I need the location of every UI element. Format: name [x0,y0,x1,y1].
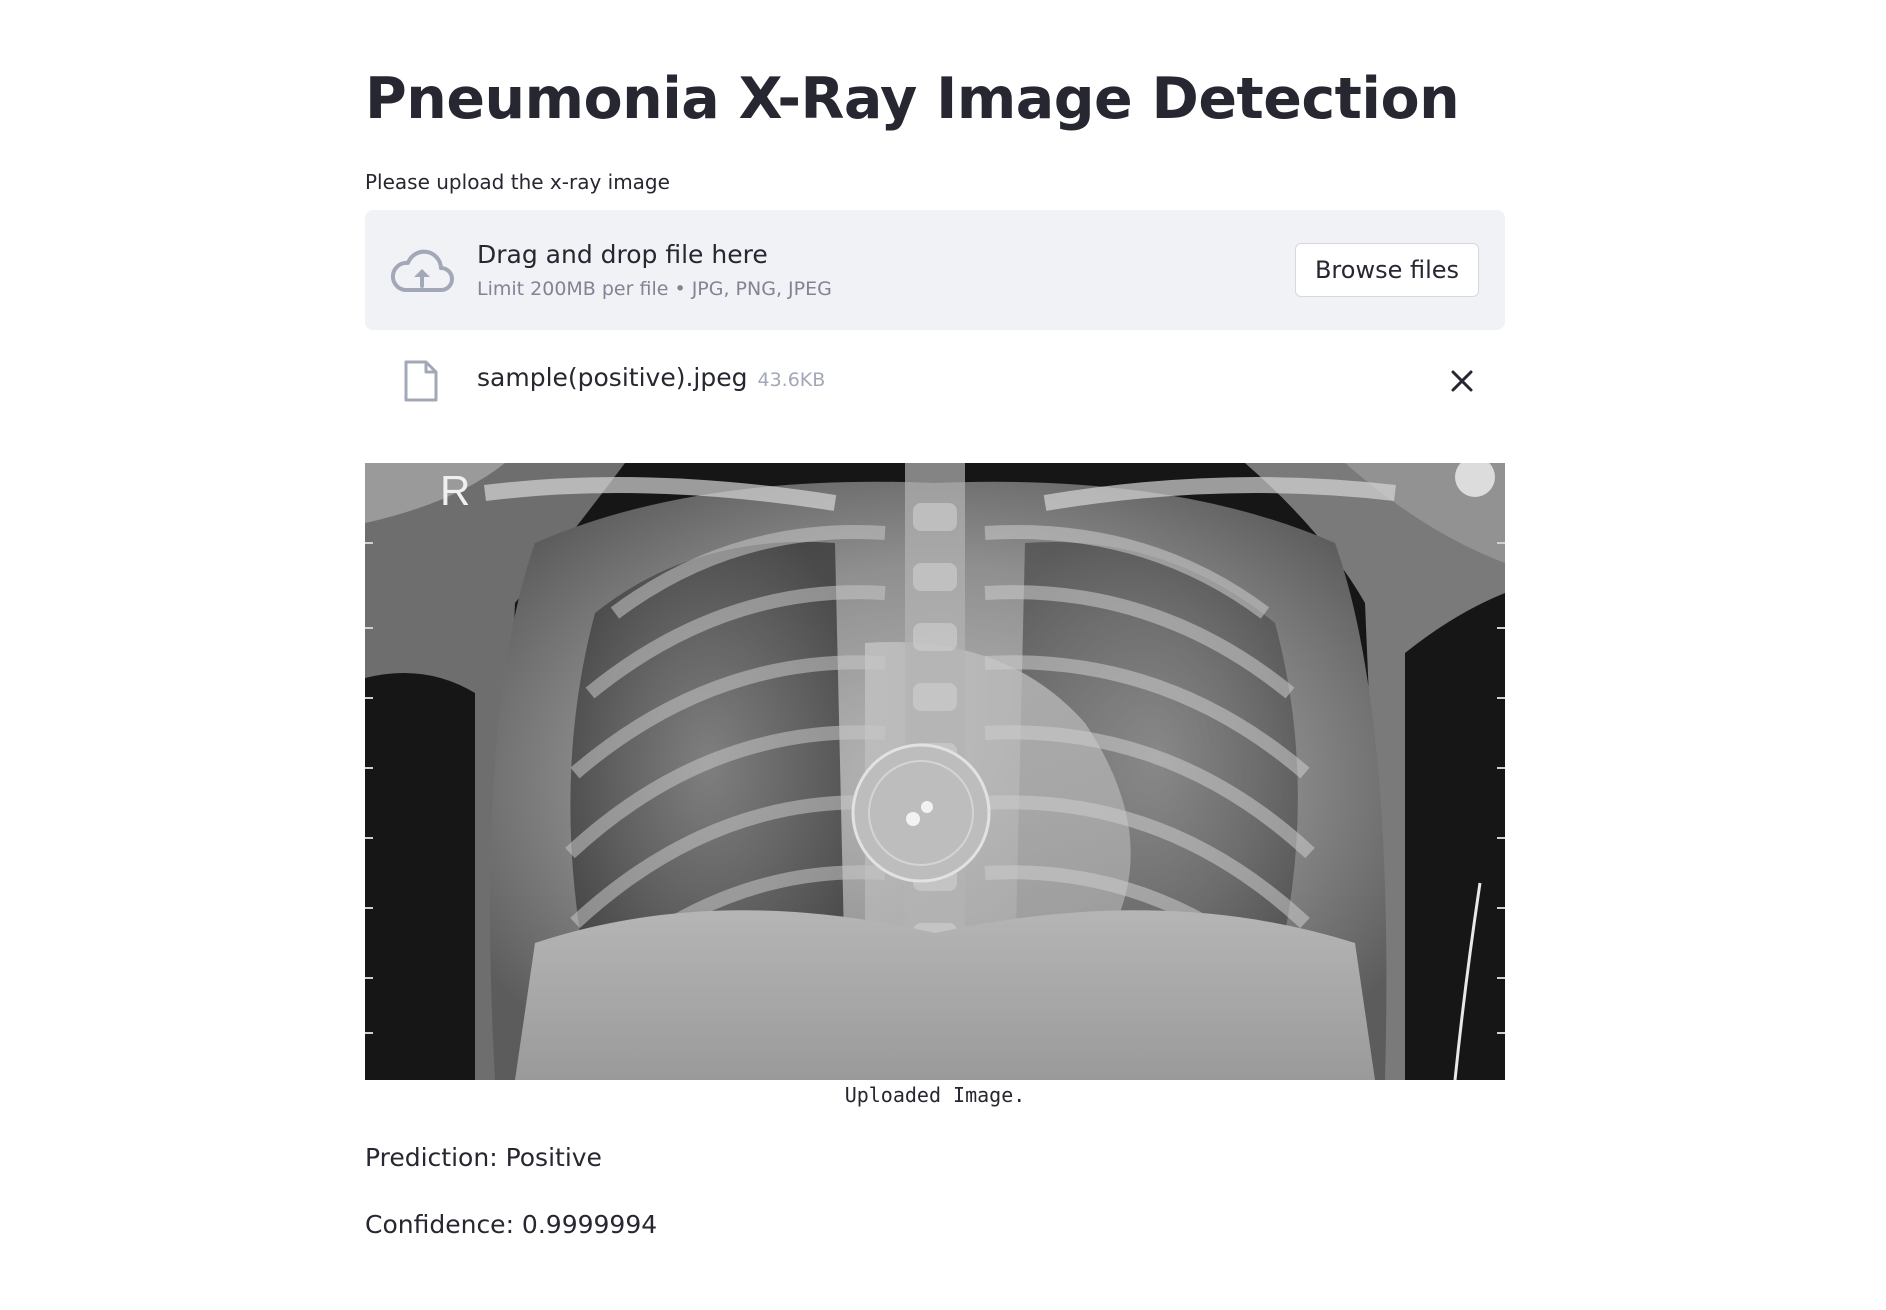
close-icon[interactable] [1449,368,1475,394]
xray-image-graphic: R [365,463,1505,1080]
uploader-label: Please upload the x-ray image [365,170,670,194]
confidence-result: Confidence: 0.9999994 [365,1210,658,1239]
uploaded-file-size: 43.6KB [757,369,826,391]
xray-side-marker: R [440,467,470,514]
dropzone-limits: Limit 200MB per file • JPG, PNG, JPEG [477,278,832,300]
uploaded-file-info: sample(positive).jpeg 43.6KB [477,363,825,392]
browse-files-button[interactable]: Browse files [1295,243,1479,297]
uploaded-file-name: sample(positive).jpeg [477,363,748,392]
file-icon [404,360,438,402]
dropzone-title: Drag and drop file here [477,240,768,269]
uploaded-xray-image: R [365,463,1505,1080]
uploaded-file-row: sample(positive).jpeg 43.6KB [365,350,1505,410]
dropzone-text: Drag and drop file here Limit 200MB per … [477,240,832,300]
cloud-upload-icon [391,249,454,292]
prediction-result: Prediction: Positive [365,1143,602,1172]
image-caption: Uploaded Image. [844,1083,1026,1107]
file-dropzone[interactable]: Drag and drop file here Limit 200MB per … [365,210,1505,330]
page-title: Pneumonia X-Ray Image Detection [365,66,1460,132]
